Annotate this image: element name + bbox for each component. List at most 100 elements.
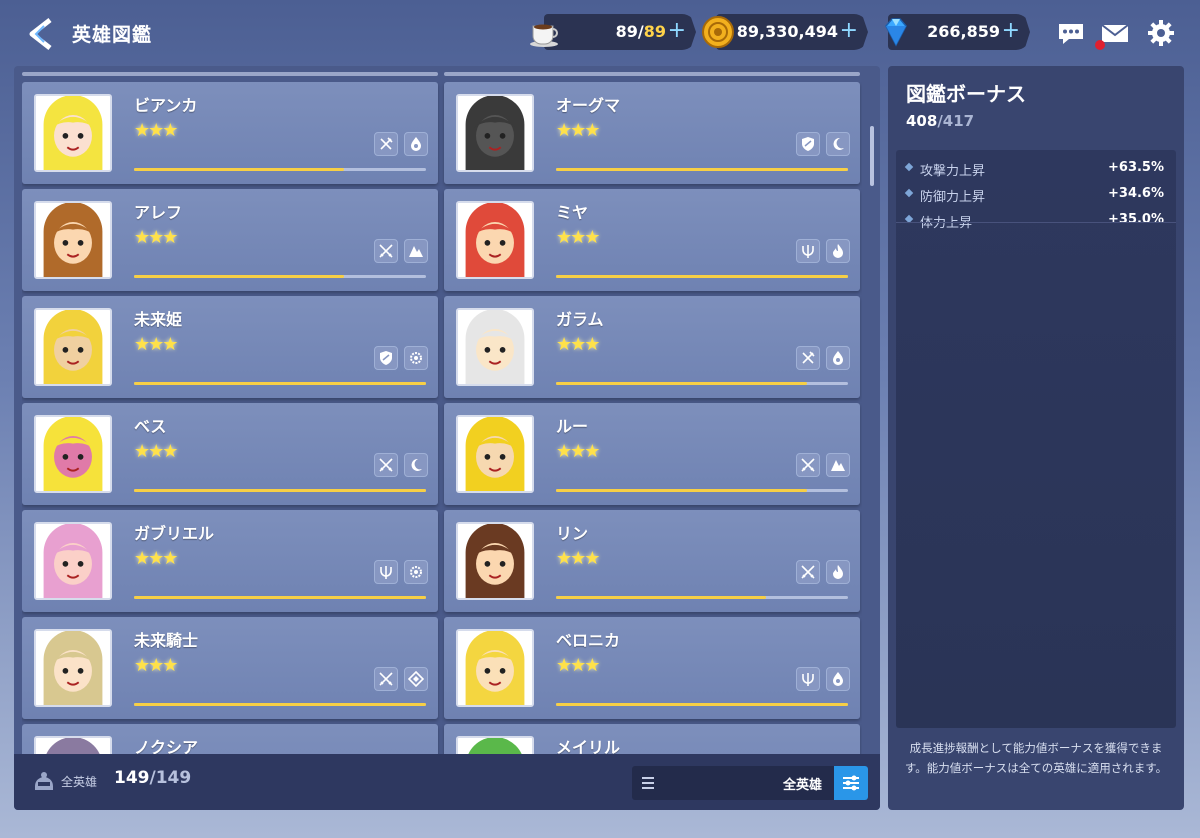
growth-progress-fill bbox=[134, 489, 426, 492]
hero-filter-dropdown[interactable]: 全英雄 bbox=[632, 766, 868, 800]
coffee-cup-icon bbox=[526, 14, 562, 50]
hero-portrait bbox=[456, 94, 534, 172]
swords-icon bbox=[796, 453, 820, 477]
hero-card[interactable]: オーグマ ★★★ bbox=[444, 82, 860, 184]
hero-card[interactable]: リン ★★★ bbox=[444, 510, 860, 612]
bonus-value: +34.6% bbox=[1108, 186, 1164, 201]
trident-icon bbox=[796, 239, 820, 263]
star-rating: ★★★ bbox=[556, 655, 600, 676]
all-heroes-label: 全英雄 bbox=[61, 775, 98, 789]
growth-progress-bar bbox=[134, 596, 426, 599]
bonus-description: 成長進捗報酬として能力値ボーナスを獲得できます。能力値ボーナスは全ての英雄に適用… bbox=[904, 741, 1168, 775]
hero-name: 未来姫 bbox=[134, 310, 183, 329]
hero-name: ガラム bbox=[556, 310, 604, 329]
star-rating: ★★★ bbox=[134, 227, 178, 248]
water-drop-icon bbox=[826, 667, 850, 691]
growth-progress-fill bbox=[134, 382, 426, 385]
hero-name: ベス bbox=[134, 417, 167, 436]
growth-progress-fill bbox=[134, 703, 426, 706]
hero-portrait bbox=[34, 201, 112, 279]
star-rating: ★★★ bbox=[134, 334, 178, 355]
filter-settings-button[interactable] bbox=[834, 766, 868, 800]
back-button[interactable] bbox=[22, 14, 62, 54]
hero-card[interactable]: メイリル bbox=[444, 724, 860, 754]
hero-card[interactable]: ガラム ★★★ bbox=[444, 296, 860, 398]
collection-bonus-panel: 図鑑ボーナス 408/417 攻撃力上昇 +63.5% 防御力上昇 +34.6%… bbox=[888, 66, 1184, 810]
hero-card[interactable]: 未来騎士 ★★★ bbox=[22, 617, 438, 719]
shield-icon bbox=[796, 132, 820, 156]
shield-icon bbox=[374, 346, 398, 370]
hero-badges bbox=[796, 132, 850, 156]
hero-card[interactable]: アレフ ★★★ bbox=[22, 189, 438, 291]
growth-progress-fill bbox=[556, 703, 848, 706]
diamond-bullet-icon bbox=[904, 188, 914, 198]
hero-badges bbox=[374, 667, 428, 691]
gold-coin-icon bbox=[700, 14, 736, 50]
bonus-value: +35.0% bbox=[1108, 212, 1164, 227]
hero-card[interactable]: ガブリエル ★★★ bbox=[22, 510, 438, 612]
moon-icon bbox=[826, 132, 850, 156]
bonus-value: +63.5% bbox=[1108, 160, 1164, 175]
hero-name: ミヤ bbox=[556, 203, 589, 222]
star-rating: ★★★ bbox=[134, 441, 178, 462]
growth-progress-fill bbox=[134, 275, 344, 278]
fire-icon bbox=[826, 560, 850, 584]
moon-icon bbox=[404, 453, 428, 477]
bonus-progress-current: 408 bbox=[906, 112, 938, 130]
star-rating: ★★★ bbox=[556, 334, 600, 355]
growth-progress-fill bbox=[134, 596, 426, 599]
growth-progress-bar bbox=[134, 275, 426, 278]
stamina-add-button[interactable]: + bbox=[668, 18, 686, 43]
hero-card[interactable]: ノクシア bbox=[22, 724, 438, 754]
hero-list-panel: ビアンカ ★★★ オーグマ ★★★ アレフ ★★★ ミヤ ★★★ 未来姫 ★★★ ガラム ★★★ ベス ★… bbox=[14, 66, 880, 810]
growth-progress-bar bbox=[556, 275, 848, 278]
growth-progress-fill bbox=[556, 382, 807, 385]
hero-card[interactable]: ミヤ ★★★ bbox=[444, 189, 860, 291]
swords-icon bbox=[374, 239, 398, 263]
bonus-stats-box: 攻撃力上昇 +63.5% 防御力上昇 +34.6% 体力上昇 +35.0% bbox=[896, 150, 1176, 728]
hero-portrait bbox=[34, 629, 112, 707]
growth-progress-bar bbox=[134, 382, 426, 385]
hero-card[interactable]: ベス ★★★ bbox=[22, 403, 438, 505]
bonus-title: 図鑑ボーナス bbox=[906, 82, 1026, 106]
sliders-icon bbox=[843, 775, 859, 791]
gem-add-button[interactable]: + bbox=[1002, 18, 1020, 43]
gear-icon[interactable] bbox=[1146, 18, 1176, 48]
hero-portrait bbox=[34, 522, 112, 600]
list-scrollbar[interactable] bbox=[870, 126, 874, 186]
hero-name: オーグマ bbox=[556, 96, 621, 115]
hero-helmet-icon bbox=[32, 770, 56, 794]
diamond-bullet-icon bbox=[904, 162, 914, 172]
hero-card[interactable]: ビアンカ ★★★ bbox=[22, 82, 438, 184]
menu-icon bbox=[642, 777, 654, 789]
bonus-label: 攻撃力上昇 bbox=[920, 164, 986, 179]
hero-card[interactable]: ベロニカ ★★★ bbox=[444, 617, 860, 719]
hero-card[interactable]: ルー ★★★ bbox=[444, 403, 860, 505]
bonus-stat-list: 攻撃力上昇 +63.5% 防御力上昇 +34.6% 体力上昇 +35.0% bbox=[904, 158, 1168, 236]
water-drop-icon bbox=[826, 346, 850, 370]
hero-portrait bbox=[456, 201, 534, 279]
star-rating: ★★★ bbox=[556, 441, 600, 462]
page-title: 英雄図鑑 bbox=[72, 24, 153, 46]
gold-add-button[interactable]: + bbox=[840, 18, 858, 43]
crossed-sword-icon bbox=[796, 346, 820, 370]
hero-card[interactable]: 未来姫 ★★★ bbox=[22, 296, 438, 398]
hero-portrait bbox=[456, 522, 534, 600]
bonus-progress: 408/417 bbox=[906, 112, 975, 130]
star-rating: ★★★ bbox=[556, 548, 600, 569]
hero-name: リン bbox=[556, 524, 589, 543]
hero-name: ビアンカ bbox=[134, 96, 198, 115]
mountain-icon bbox=[404, 239, 428, 263]
chat-icon[interactable] bbox=[1056, 18, 1086, 48]
growth-progress-fill bbox=[556, 275, 848, 278]
growth-progress-fill bbox=[556, 596, 766, 599]
growth-progress-fill bbox=[556, 168, 848, 171]
mountain-icon bbox=[826, 453, 850, 477]
diamond-icon bbox=[404, 667, 428, 691]
gold-amount: 89,330,494 bbox=[736, 22, 838, 41]
hero-portrait bbox=[34, 736, 112, 754]
hero-count-owned: 149 bbox=[114, 768, 150, 788]
stamina-max: 89 bbox=[643, 22, 666, 41]
star-rating: ★★★ bbox=[134, 548, 178, 569]
growth-progress-fill bbox=[134, 168, 344, 171]
